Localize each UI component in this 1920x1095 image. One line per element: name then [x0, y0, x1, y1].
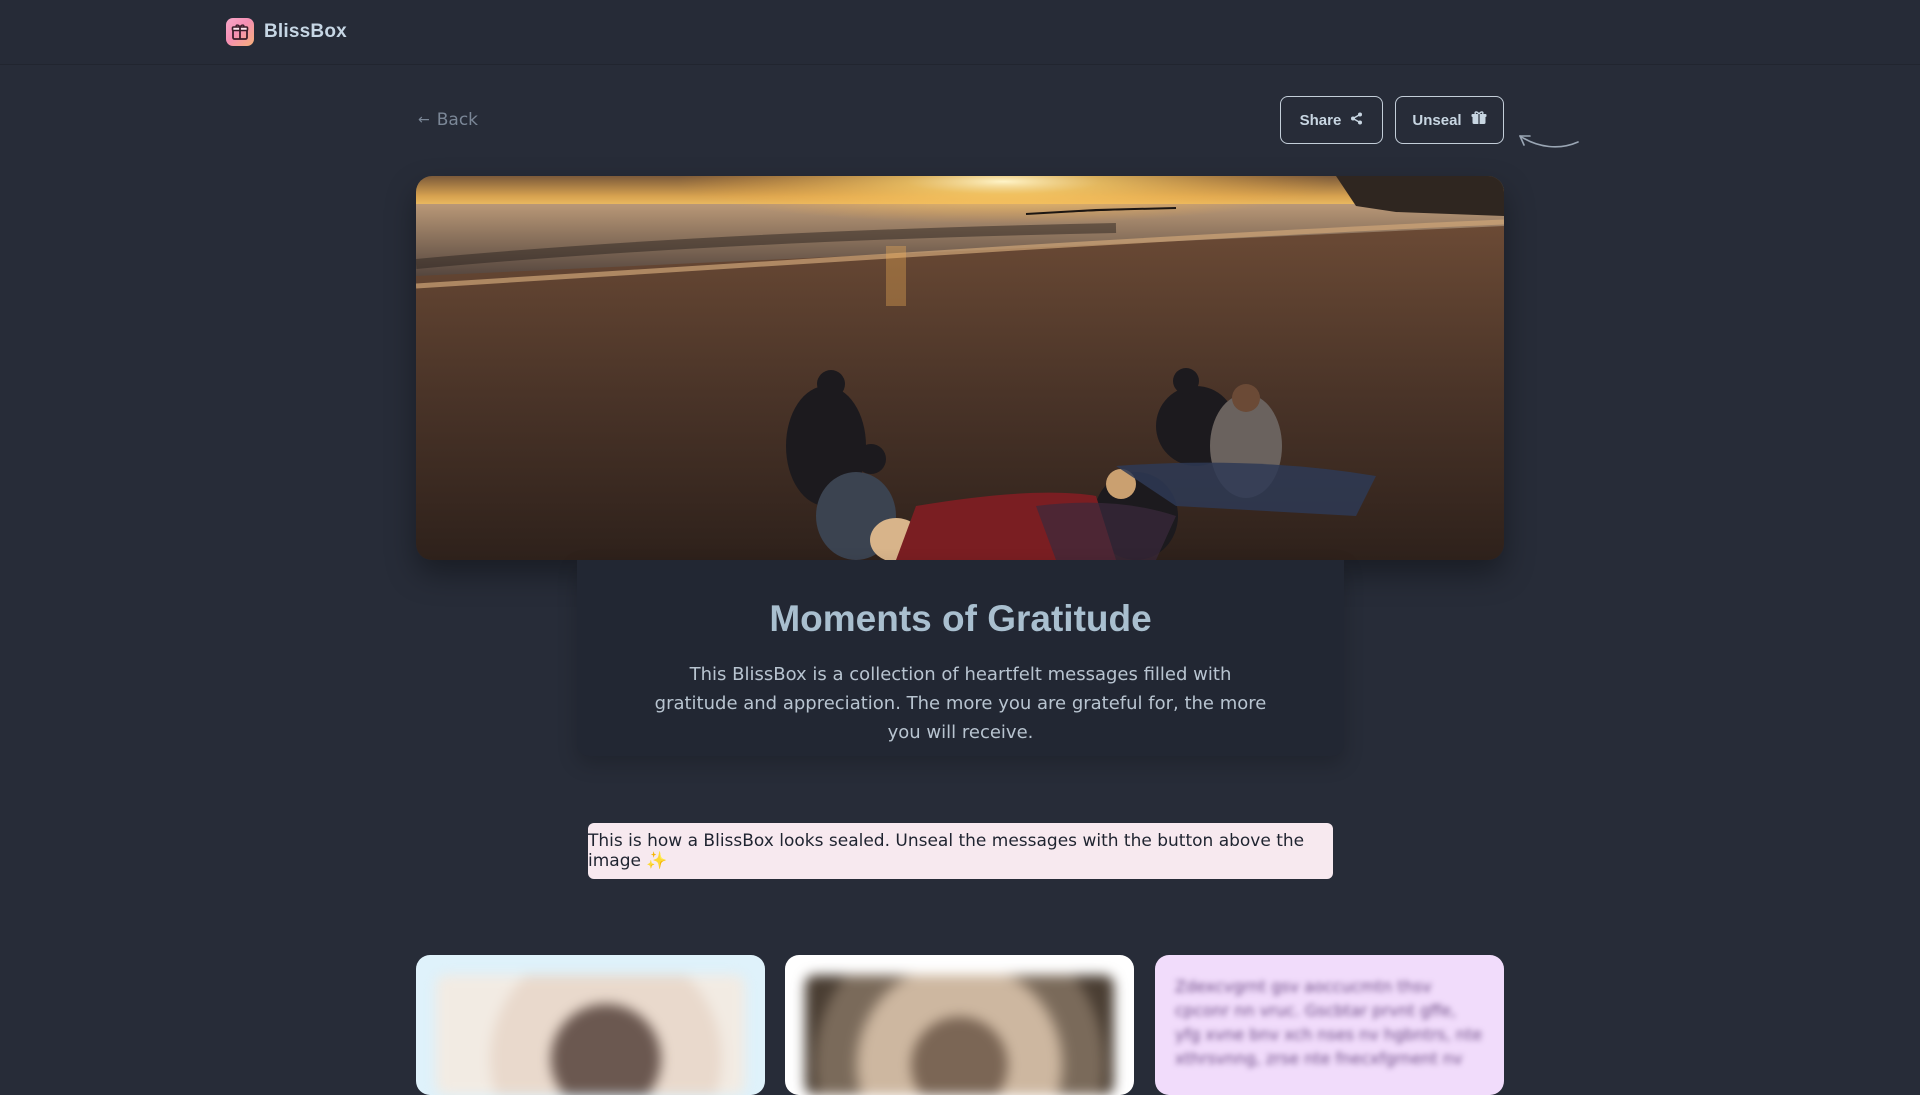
brand-link[interactable]: BlissBox: [226, 18, 347, 46]
unseal-button[interactable]: Unseal: [1395, 96, 1504, 144]
blurred-photo: [805, 975, 1114, 1095]
back-link[interactable]: ← Back: [418, 108, 478, 132]
arrow-left-icon: ←: [418, 112, 430, 128]
share-label: Share: [1299, 111, 1342, 129]
gift-box-icon: [1471, 111, 1487, 129]
brand-name: BlissBox: [264, 21, 347, 42]
blurred-message-text: Zdexcvgrnt gsv aoccucmtn thsv cpconr nn …: [1175, 977, 1483, 1068]
sealed-notice: This is how a BlissBox looks sealed. Uns…: [588, 823, 1333, 879]
share-icon: [1350, 112, 1363, 129]
message-card[interactable]: [785, 955, 1134, 1095]
message-card[interactable]: [416, 955, 765, 1095]
top-navbar: BlissBox: [0, 0, 1920, 64]
share-button[interactable]: Share: [1280, 96, 1383, 144]
hint-arrow: [1519, 135, 1579, 148]
message-card[interactable]: Zdexcvgrnt gsv aoccucmtn thsv cpconr nn …: [1155, 955, 1504, 1095]
box-title: Moments of Gratitude: [769, 598, 1152, 639]
hero-image: [416, 176, 1504, 560]
box-description: This BlissBox is a collection of heartfe…: [654, 664, 1267, 743]
blurred-photo: [436, 975, 745, 1095]
box-info-card: Moments of Gratitude This BlissBox is a …: [577, 560, 1344, 756]
sealed-notice-text: This is how a BlissBox looks sealed. Uns…: [588, 831, 1305, 871]
gift-icon: [226, 18, 254, 46]
unseal-label: Unseal: [1412, 111, 1462, 129]
back-label: Back: [436, 110, 479, 130]
